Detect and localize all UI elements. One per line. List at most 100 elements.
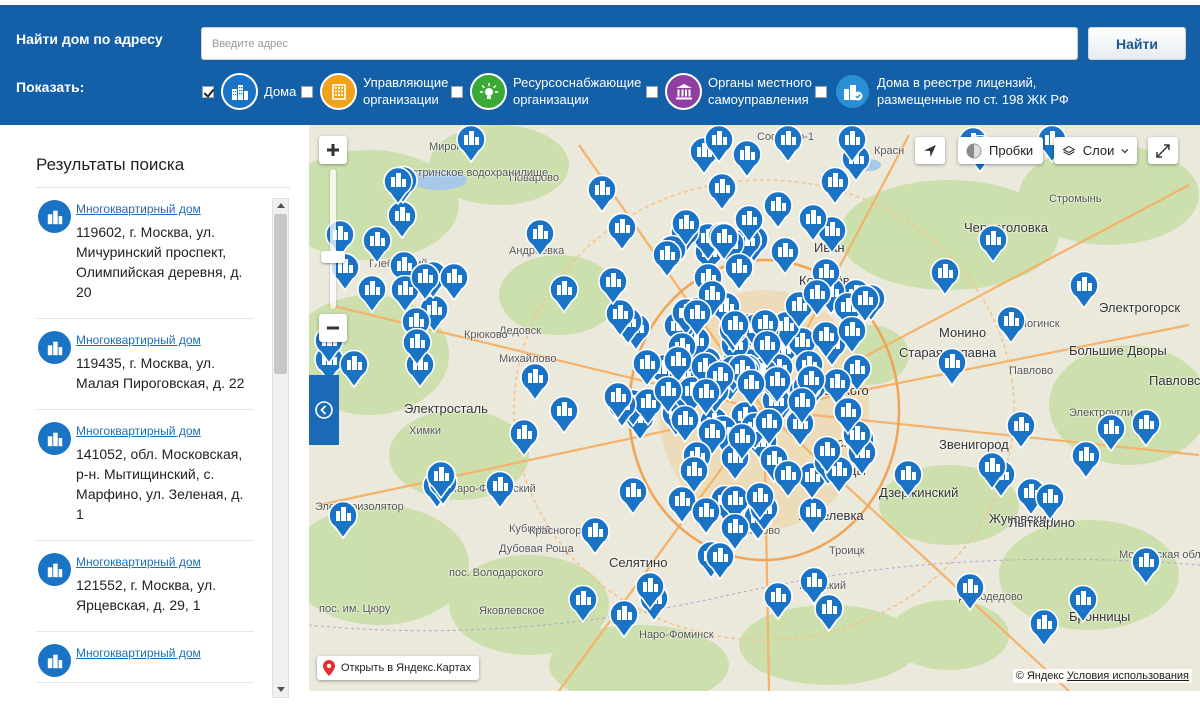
open-in-yandex-maps-button[interactable]: Открыть в Яндекс.Картах <box>317 656 480 680</box>
result-type-link[interactable]: Многоквартирный дом <box>76 424 254 438</box>
house-pin-icon[interactable] <box>820 167 850 205</box>
house-pin-icon[interactable] <box>930 258 960 296</box>
house-pin-icon[interactable] <box>652 240 682 278</box>
house-pin-icon[interactable] <box>1035 483 1065 521</box>
house-pin-icon[interactable] <box>720 310 750 348</box>
house-pin-icon[interactable] <box>439 263 469 301</box>
house-pin-icon[interactable] <box>837 125 867 163</box>
house-pin-icon[interactable] <box>709 223 739 261</box>
house-pin-icon[interactable] <box>1006 411 1036 449</box>
filter-checkbox-management[interactable] <box>301 86 313 98</box>
filter-label-houses[interactable]: Дома <box>264 83 296 100</box>
government-building-icon[interactable] <box>665 73 702 110</box>
house-pin-icon[interactable] <box>603 382 633 420</box>
house-pin-icon[interactable] <box>598 267 628 305</box>
result-type-link[interactable]: Многоквартирный дом <box>76 646 254 660</box>
house-pin-icon[interactable] <box>549 275 579 313</box>
terms-of-use-link[interactable]: Условия использования <box>1067 670 1189 682</box>
address-search-input[interactable] <box>201 27 1078 60</box>
house-pin-icon[interactable] <box>618 477 648 515</box>
house-pin-icon[interactable] <box>1068 585 1098 623</box>
zoom-out-button[interactable] <box>319 314 347 342</box>
house-pin-icon[interactable] <box>770 237 800 275</box>
house-pin-icon[interactable] <box>996 306 1026 344</box>
layers-button[interactable]: Слои <box>1054 137 1137 164</box>
result-item[interactable]: Многоквартирный дом 119602, г. Москва, у… <box>36 188 254 319</box>
house-pin-icon[interactable] <box>763 582 793 620</box>
house-pin-icon[interactable] <box>1071 441 1101 479</box>
map-view[interactable]: Софьино-1МироновoПоваровоИстринское водо… <box>309 125 1200 691</box>
filter-label-license-register[interactable]: Дома в реестре лицензий, размещенные по … <box>877 74 1069 108</box>
lightbulb-icon[interactable] <box>470 73 507 110</box>
house-pin-icon[interactable] <box>1029 609 1059 647</box>
house-pin-icon[interactable] <box>837 316 867 354</box>
house-pin-icon[interactable] <box>509 419 539 457</box>
result-type-link[interactable]: Многоквартирный дом <box>76 555 254 569</box>
house-pin-icon[interactable] <box>328 501 358 539</box>
house-pin-icon[interactable] <box>802 279 832 317</box>
fullscreen-button[interactable] <box>1148 137 1178 164</box>
house-pin-icon[interactable] <box>705 542 735 580</box>
result-item[interactable]: Многоквартирный дом 119435, г. Москва, у… <box>36 319 254 410</box>
house-pin-icon[interactable] <box>402 328 432 366</box>
house-pin-icon[interactable] <box>691 497 721 535</box>
office-grid-icon[interactable] <box>320 73 357 110</box>
house-pin-icon[interactable] <box>736 369 766 407</box>
filter-checkbox-houses[interactable] <box>202 86 214 98</box>
house-pin-icon[interactable] <box>762 366 792 404</box>
scroll-down-arrow-icon[interactable] <box>273 683 288 697</box>
result-item[interactable]: Многоквартирный дом 121552, г. Москва, у… <box>36 541 254 632</box>
filter-checkbox-license-register[interactable] <box>815 86 827 98</box>
house-pin-icon[interactable] <box>609 600 639 638</box>
house-pin-icon[interactable] <box>357 275 387 313</box>
house-pin-icon[interactable] <box>580 517 610 555</box>
house-pin-icon[interactable] <box>799 567 829 605</box>
results-scrollbar[interactable] <box>272 198 289 698</box>
collapse-sidebar-button[interactable] <box>309 375 339 445</box>
house-pin-icon[interactable] <box>383 167 413 205</box>
house-pin-icon[interactable] <box>773 460 803 498</box>
house-pin-icon[interactable] <box>456 125 486 163</box>
house-pin-icon[interactable] <box>362 226 392 264</box>
house-pin-icon[interactable] <box>893 460 923 498</box>
house-pin-icon[interactable] <box>485 471 515 509</box>
house-pin-icon[interactable] <box>798 497 828 535</box>
search-button[interactable]: Найти <box>1088 27 1186 60</box>
results-list[interactable]: Многоквартирный дом 119602, г. Москва, у… <box>36 188 254 708</box>
house-pin-icon[interactable] <box>798 204 828 242</box>
house-pin-icon[interactable] <box>607 213 637 251</box>
house-pin-icon[interactable] <box>568 585 598 623</box>
house-pin-icon[interactable] <box>773 125 803 163</box>
house-pin-icon[interactable] <box>653 376 683 414</box>
filter-checkbox-resources[interactable] <box>451 86 463 98</box>
house-pin-icon[interactable] <box>754 408 784 446</box>
house-pin-icon[interactable] <box>587 175 617 213</box>
zoom-slider-track[interactable] <box>330 169 336 309</box>
house-pin-icon[interactable] <box>691 378 721 416</box>
house-pin-icon[interactable] <box>1069 271 1099 309</box>
scroll-thumb[interactable] <box>274 214 287 374</box>
house-pin-icon[interactable] <box>1131 547 1161 585</box>
house-pin-icon[interactable] <box>727 423 757 461</box>
geolocation-button[interactable] <box>915 137 945 164</box>
zoom-slider-handle[interactable] <box>321 251 345 263</box>
zoom-in-button[interactable] <box>319 136 347 164</box>
filter-checkbox-local-government[interactable] <box>646 86 658 98</box>
house-pin-icon[interactable] <box>520 363 550 401</box>
house-pin-icon[interactable] <box>549 396 579 434</box>
house-pin-icon[interactable] <box>410 263 440 301</box>
filter-label-local-government[interactable]: Органы местного самоуправления <box>708 74 812 108</box>
scroll-up-arrow-icon[interactable] <box>273 199 288 213</box>
house-pin-icon[interactable] <box>1131 409 1161 447</box>
house-pin-icon[interactable] <box>978 225 1008 263</box>
filter-label-resources[interactable]: Ресурсоснабжающие организации <box>513 74 641 108</box>
house-pin-icon[interactable] <box>525 219 555 257</box>
house-pin-icon[interactable] <box>833 397 863 435</box>
result-item[interactable]: Многоквартирный дом 141052, обл. Московс… <box>36 410 254 541</box>
house-pin-icon[interactable] <box>977 452 1007 490</box>
house-pin-icon[interactable] <box>635 572 665 610</box>
house-pin-icon[interactable] <box>679 456 709 494</box>
traffic-button[interactable]: Пробки <box>958 137 1043 164</box>
house-pin-icon[interactable] <box>763 191 793 229</box>
house-pin-icon[interactable] <box>955 573 985 611</box>
